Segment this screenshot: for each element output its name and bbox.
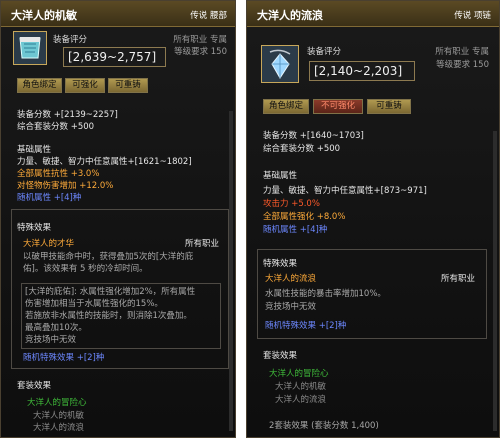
score-range: [2,639~2,757]: [63, 47, 166, 67]
no-enhance-button[interactable]: 不可强化: [313, 99, 363, 114]
special-title: 特殊效果: [263, 259, 298, 269]
reforge-button[interactable]: 可重铸: [108, 78, 148, 93]
buff-line: 若施放非水属性的技能时，则消除1次叠加。: [25, 311, 192, 321]
tooltip-header: 大洋人的流浪 传说 项链: [247, 1, 499, 27]
set-item: 大洋人的机敏: [33, 411, 85, 421]
item-tooltip-left: 大洋人的机敏 传说 腰部 装备评分 [2,639~2,757] 所有职业 专属 …: [0, 0, 236, 438]
base-attr-line: 全部属性抗性 +3.0%: [17, 169, 100, 179]
tooltip-header: 大洋人的机敏 传说 腰部: [1, 1, 235, 27]
job-requirement: 所有职业 专属: [173, 35, 227, 45]
scrollbar[interactable]: [493, 131, 497, 431]
reforge-button[interactable]: 可重铸: [367, 99, 411, 114]
base-attr-line: 对怪物伤害增加 +12.0%: [17, 181, 114, 191]
skill-job: 所有职业: [185, 239, 220, 249]
buff-line: 竞技场中无效: [25, 335, 77, 345]
job-requirement: 所有职业 专属: [435, 47, 489, 57]
skill-name: 大洋人的流浪: [265, 274, 317, 284]
set-item: 大洋人的流浪: [275, 395, 327, 405]
base-attr-title: 基础属性: [263, 171, 298, 181]
set-title: 套装效果: [17, 381, 52, 391]
set-name: 大洋人的冒险心: [269, 369, 329, 379]
base-attr-line: 力量、敏捷、智力中任意属性+[873~971]: [263, 186, 427, 196]
random-special-line: 随机特殊效果 +[2]种: [265, 321, 347, 331]
set-score: 综合套装分数 +500: [17, 122, 95, 132]
set-name: 大洋人的冒险心: [27, 398, 87, 408]
skill-name: 大洋人的才华: [23, 239, 75, 249]
base-attr-line: 力量、敏捷、智力中任意属性+[1621~1802]: [17, 157, 192, 167]
level-requirement: 等级要求 150: [174, 47, 227, 57]
random-attr-line: 随机属性 +[4]种: [17, 193, 82, 203]
base-attr-line: 攻击力 +5.0%: [263, 199, 320, 209]
set-score: 综合套装分数 +500: [263, 144, 341, 154]
scrollbar[interactable]: [229, 111, 233, 431]
item-rarity-slot: 传说 项链: [454, 11, 491, 21]
set-title: 套装效果: [263, 351, 298, 361]
special-title: 特殊效果: [17, 223, 52, 233]
bind-button[interactable]: 角色绑定: [17, 78, 62, 93]
score-label: 装备评分: [53, 35, 88, 45]
enhance-button[interactable]: 可强化: [65, 78, 105, 93]
base-attr-line: 全部属性强化 +8.0%: [263, 212, 346, 222]
bind-button[interactable]: 角色绑定: [263, 99, 309, 114]
item-rarity-slot: 传说 腰部: [190, 11, 227, 21]
buff-line: [大洋的庇佑]: 水属性强化增加2%，所有属性: [25, 287, 196, 297]
buff-line: 伤害增加相当于水属性强化的15%。: [25, 299, 163, 309]
set-item: 大洋人的机敏: [275, 382, 327, 392]
set-item: 大洋人的流浪: [33, 423, 85, 433]
random-attr-line: 随机属性 +[4]种: [263, 225, 328, 235]
set-bonus-line: 2套装效果 (套装分数 1,400): [269, 421, 379, 431]
necklace-icon: [261, 45, 299, 83]
base-attr-title: 基础属性: [17, 145, 52, 155]
skill-job: 所有职业: [441, 274, 476, 284]
skill-desc-line: 以破甲技能命中时，获得叠加5次的[大洋的庇: [23, 252, 194, 262]
item-name: 大洋人的流浪: [257, 9, 323, 22]
random-special-line: 随机特殊效果 +[2]种: [23, 353, 105, 363]
buff-line: 最高叠加10次。: [25, 323, 87, 333]
item-tooltip-right: 大洋人的流浪 传说 项链 装备评分 [2,140~2,203] 所有职业 专属 …: [246, 0, 500, 438]
gear-score: 装备分数 +[1640~1703]: [263, 131, 364, 141]
score-label: 装备评分: [307, 47, 342, 57]
skill-desc-line: 佑]。该效果有 5 秒的冷却时间。: [23, 264, 148, 274]
skill-desc-line: 竞技场中无效: [265, 302, 317, 312]
level-requirement: 等级要求 150: [436, 60, 489, 70]
gear-score: 装备分数 +[2139~2257]: [17, 110, 118, 120]
skill-desc-line: 水属性技能的暴击率增加10%。: [265, 289, 386, 299]
score-range: [2,140~2,203]: [309, 61, 415, 81]
belt-icon: [13, 31, 47, 65]
item-name: 大洋人的机敏: [11, 9, 77, 22]
